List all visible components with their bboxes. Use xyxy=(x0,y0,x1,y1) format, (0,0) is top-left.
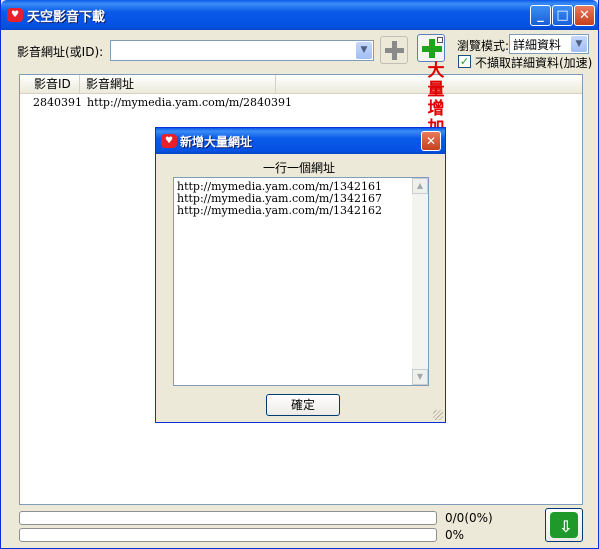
skip-details-checkbox[interactable]: ✓ xyxy=(458,55,471,68)
resize-grip-icon[interactable] xyxy=(433,410,443,420)
close-icon: ✕ xyxy=(425,134,437,148)
url-line: http://mymedia.yam.com/m/1342162 xyxy=(177,204,383,217)
url-label: 影音網址(或ID): xyxy=(17,45,104,59)
current-progress-bar xyxy=(19,528,437,542)
maximize-icon: □ xyxy=(556,8,569,23)
title-bar[interactable]: ♥ 天空影音下載 _ □ ✕ xyxy=(1,0,598,30)
download-icon: ⇩ xyxy=(550,512,578,538)
row-url: http://mymedia.yam.com/m/2840391 xyxy=(87,96,293,109)
current-progress-text: 0% xyxy=(445,528,465,542)
browse-mode-select[interactable]: 詳細資料 ▼ xyxy=(509,34,589,54)
textarea-scrollbar[interactable]: ▲ ▼ xyxy=(412,178,428,385)
scroll-up-icon[interactable]: ▲ xyxy=(412,178,428,194)
checkmark-icon: ✓ xyxy=(459,55,470,68)
browse-mode-value: 詳細資料 xyxy=(513,38,562,52)
dialog-heading: 一行一個網址 xyxy=(263,161,336,175)
url-combobox[interactable]: ▼ xyxy=(110,40,374,61)
callout-char: 量 xyxy=(427,80,445,100)
list-header: 影音ID 影音網址 xyxy=(20,75,582,94)
download-button[interactable]: ⇩ xyxy=(545,508,583,542)
window-title: 天空影音下載 xyxy=(27,10,106,25)
batch-add-button[interactable] xyxy=(417,34,445,62)
browse-mode-label: 瀏覽模式: xyxy=(457,39,510,53)
url-textarea[interactable]: http://mymedia.yam.com/m/1342161 http://… xyxy=(173,177,429,386)
total-progress-text: 0/0(0%) xyxy=(445,511,493,525)
column-header-id[interactable]: 影音ID xyxy=(20,75,80,94)
batch-url-dialog: ♥ 新增大量網址 ✕ 一行一個網址 http://mymedia.yam.com… xyxy=(155,127,446,423)
maximize-button[interactable]: □ xyxy=(552,5,573,26)
table-row[interactable]: 2840391 http://mymedia.yam.com/m/2840391 xyxy=(20,95,582,111)
dialog-close-button[interactable]: ✕ xyxy=(421,131,441,151)
total-progress-bar xyxy=(19,511,437,525)
scroll-down-icon[interactable]: ▼ xyxy=(412,369,428,385)
minimize-button[interactable]: _ xyxy=(530,5,551,26)
callout-char: 增 xyxy=(427,99,445,119)
ok-button[interactable]: 確定 xyxy=(266,394,340,416)
app-logo-icon: ♥ xyxy=(161,134,177,148)
main-window: ♥ 天空影音下載 _ □ ✕ 影音網址(或ID): ▼ 瀏覽模式: 詳細資料 ▼ xyxy=(0,0,599,549)
dialog-title: 新增大量網址 xyxy=(180,135,253,149)
dialog-title-bar[interactable]: ♥ 新增大量網址 ✕ xyxy=(156,128,445,154)
callout-char: 大 xyxy=(427,61,445,81)
column-header-url[interactable]: 影音網址 xyxy=(80,75,276,94)
close-button[interactable]: ✕ xyxy=(574,5,595,26)
skip-details-label: 不擷取詳細資料(加速) xyxy=(475,56,593,70)
chevron-down-icon[interactable]: ▼ xyxy=(356,42,372,59)
add-url-button[interactable] xyxy=(380,36,408,64)
app-logo-icon: ♥ xyxy=(7,8,23,22)
close-icon: ✕ xyxy=(579,8,590,23)
row-id: 2840391 xyxy=(33,96,82,109)
minimize-icon: _ xyxy=(537,8,544,23)
chevron-down-icon[interactable]: ▼ xyxy=(571,36,587,52)
